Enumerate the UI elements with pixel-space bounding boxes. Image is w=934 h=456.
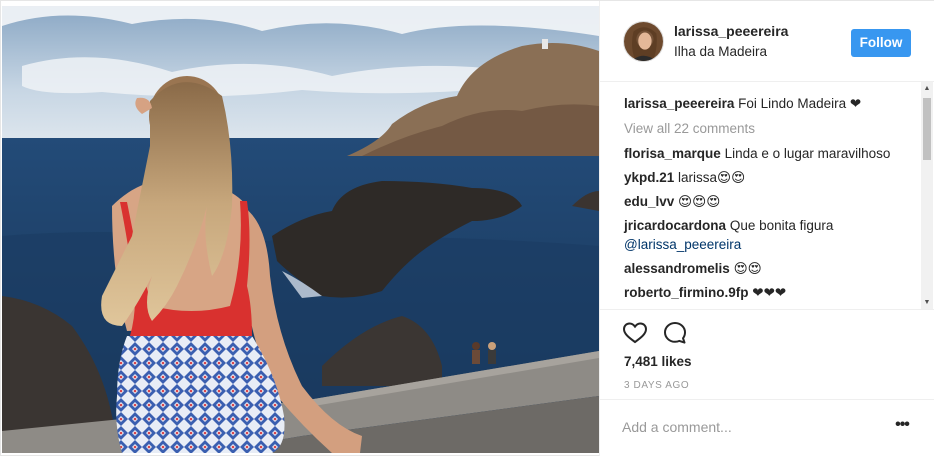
comment-text: Que bonita figura	[729, 218, 834, 233]
comment-icon[interactable]	[662, 320, 688, 346]
post-photo-art	[2, 6, 599, 453]
comment-item: alessandromelis 😍😍	[624, 259, 914, 278]
comment-item: florisa_marque Linda e o lugar maravilho…	[624, 144, 914, 163]
comment-text: Foi Lindo Madeira ❤	[738, 96, 862, 111]
heart-icon[interactable]	[622, 320, 648, 346]
comment-author[interactable]: ykpd.21	[624, 170, 674, 185]
scroll-up-arrow-icon[interactable]: ▲	[921, 82, 933, 96]
post-photo[interactable]	[2, 6, 599, 453]
comment-author[interactable]: florisa_marque	[624, 146, 721, 161]
post-modal: larissa_peeereira Ilha da Madeira Follow…	[0, 0, 934, 456]
comments-section: larissa_peeereira Foi Lindo Madeira ❤ Vi…	[600, 82, 934, 310]
comments-scrollbar[interactable]: ▲ ▼	[921, 82, 933, 309]
comment-text: 😍😍	[733, 261, 762, 276]
comment-input[interactable]	[622, 416, 872, 438]
comment-text: ❤❤❤	[752, 285, 787, 300]
post-actions: 7,481 likes 3 DAYS AGO	[600, 310, 934, 400]
scroll-down-arrow-icon[interactable]: ▼	[921, 296, 933, 309]
comment-author[interactable]: alessandromelis	[624, 261, 730, 276]
comment-text: larissa😍😍	[678, 170, 746, 185]
view-all-comments-link[interactable]: View all 22 comments	[624, 119, 914, 138]
comment-item: roberto_firmino.9fp ❤❤❤	[624, 283, 914, 302]
post-caption: larissa_peeereira Foi Lindo Madeira ❤	[624, 94, 914, 113]
more-options-button[interactable]: •••	[892, 416, 912, 438]
post-sidebar: larissa_peeereira Ilha da Madeira Follow…	[599, 1, 934, 456]
post-timestamp[interactable]: 3 DAYS AGO	[624, 380, 689, 391]
comment-list: larissa_peeereira Foi Lindo Madeira ❤ Vi…	[624, 94, 914, 307]
scroll-thumb[interactable]	[923, 98, 931, 160]
comment-item: jricardocardona Que bonita figura @laris…	[624, 216, 914, 254]
post-header: larissa_peeereira Ilha da Madeira Follow	[600, 1, 934, 82]
comment-author[interactable]: roberto_firmino.9fp	[624, 285, 749, 300]
post-author-username[interactable]: larissa_peeereira	[674, 23, 788, 39]
avatar[interactable]	[623, 21, 664, 62]
follow-button[interactable]: Follow	[851, 29, 911, 57]
comment-item: edu_lvv 😍😍😍	[624, 192, 914, 211]
avatar-image	[624, 22, 663, 61]
comment-text: Linda e o lugar maravilhoso	[724, 146, 891, 161]
likes-count[interactable]: 7,481 likes	[624, 354, 692, 369]
post-location[interactable]: Ilha da Madeira	[674, 44, 767, 59]
comment-mention-link[interactable]: @larissa_peeereira	[624, 237, 741, 252]
comment-author[interactable]: jricardocardona	[624, 218, 726, 233]
comment-author[interactable]: larissa_peeereira	[624, 96, 734, 111]
comment-text: 😍😍😍	[678, 194, 721, 209]
comment-item: ykpd.21 larissa😍😍	[624, 168, 914, 187]
comment-author[interactable]: edu_lvv	[624, 194, 674, 209]
add-comment-bar: •••	[600, 400, 934, 456]
